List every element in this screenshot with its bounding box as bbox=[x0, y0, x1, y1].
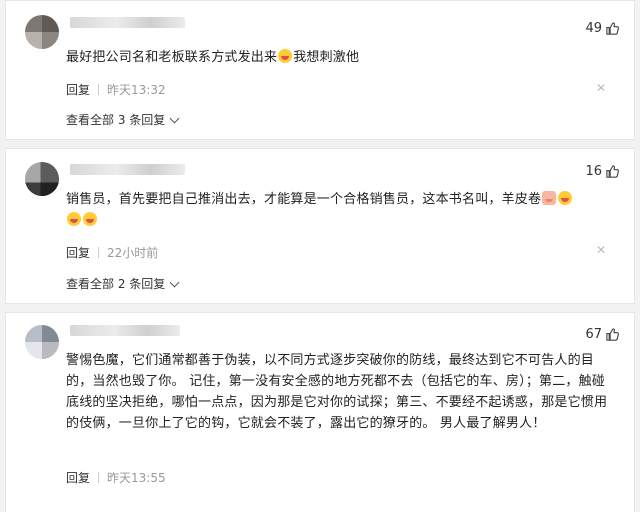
laughing-emoji-icon bbox=[558, 191, 573, 205]
thumbs-up-icon[interactable] bbox=[605, 327, 620, 342]
chevron-down-icon bbox=[169, 113, 180, 123]
thumbs-up-icon[interactable] bbox=[605, 21, 620, 36]
timestamp: 22小时前 bbox=[107, 246, 159, 260]
view-all-replies-link[interactable]: 查看全部 2 条回复 bbox=[66, 275, 180, 292]
close-icon[interactable]: ✕ bbox=[596, 82, 606, 94]
view-all-label: 查看全部 3 条回复 bbox=[66, 113, 166, 127]
comment-card: 49 最好把公司名和老板联系方式发出来 我想刺激他 回复 昨天13:32 ✕ 查看… bbox=[5, 0, 635, 140]
like-count: 67 bbox=[585, 327, 602, 342]
avatar[interactable] bbox=[25, 15, 59, 49]
like-button[interactable]: 67 bbox=[585, 327, 620, 342]
avatar[interactable] bbox=[25, 162, 59, 196]
laughing-emoji-icon bbox=[67, 212, 81, 226]
divider bbox=[98, 84, 100, 95]
timestamp: 昨天13:55 bbox=[107, 471, 166, 485]
username-blurred[interactable] bbox=[70, 164, 185, 175]
reply-button[interactable]: 回复 bbox=[66, 81, 90, 98]
comment-text: 警惕色魔，它们通常都善于伪装，以不同方式逐步突破你的防线，最终达到它不可告人的目… bbox=[66, 353, 608, 431]
thumbs-up-emoji-icon bbox=[542, 191, 557, 205]
comment-meta: 回复 昨天13:32 bbox=[66, 81, 166, 98]
comment-card: 16 销售员，首先要把自己推消出去，才能算是一个合格销售员，这本书名叫，羊皮卷 … bbox=[5, 148, 635, 304]
comment-text: 最好把公司名和老板联系方式发出来 我想刺激他 bbox=[66, 49, 360, 65]
laughing-emoji-icon bbox=[278, 49, 293, 63]
laughing-emoji-icon bbox=[83, 212, 97, 226]
view-all-label: 查看全部 2 条回复 bbox=[66, 277, 166, 291]
username-blurred[interactable] bbox=[70, 325, 180, 336]
like-button[interactable]: 49 bbox=[585, 21, 620, 36]
divider bbox=[98, 472, 100, 483]
username-blurred[interactable] bbox=[70, 17, 185, 28]
chevron-down-icon bbox=[169, 277, 180, 287]
comment-meta: 回复 22小时前 bbox=[66, 244, 158, 261]
divider bbox=[98, 247, 100, 258]
reply-button[interactable]: 回复 bbox=[66, 469, 90, 486]
thumbs-up-icon[interactable] bbox=[605, 164, 620, 179]
like-count: 49 bbox=[585, 21, 602, 36]
timestamp: 昨天13:32 bbox=[107, 83, 166, 97]
comment-card: 67 警惕色魔，它们通常都善于伪装，以不同方式逐步突破你的防线，最终达到它不可告… bbox=[5, 312, 635, 512]
view-all-replies-link[interactable]: 查看全部 3 条回复 bbox=[66, 111, 180, 128]
reply-button[interactable]: 回复 bbox=[66, 244, 90, 261]
close-icon[interactable]: ✕ bbox=[596, 244, 606, 256]
like-button[interactable]: 16 bbox=[585, 164, 620, 179]
like-count: 16 bbox=[585, 164, 602, 179]
comment-meta: 回复 昨天13:55 bbox=[66, 469, 166, 486]
comment-text: 销售员，首先要把自己推消出去，才能算是一个合格销售员，这本书名叫，羊皮卷 bbox=[66, 189, 612, 231]
avatar[interactable] bbox=[25, 325, 59, 359]
